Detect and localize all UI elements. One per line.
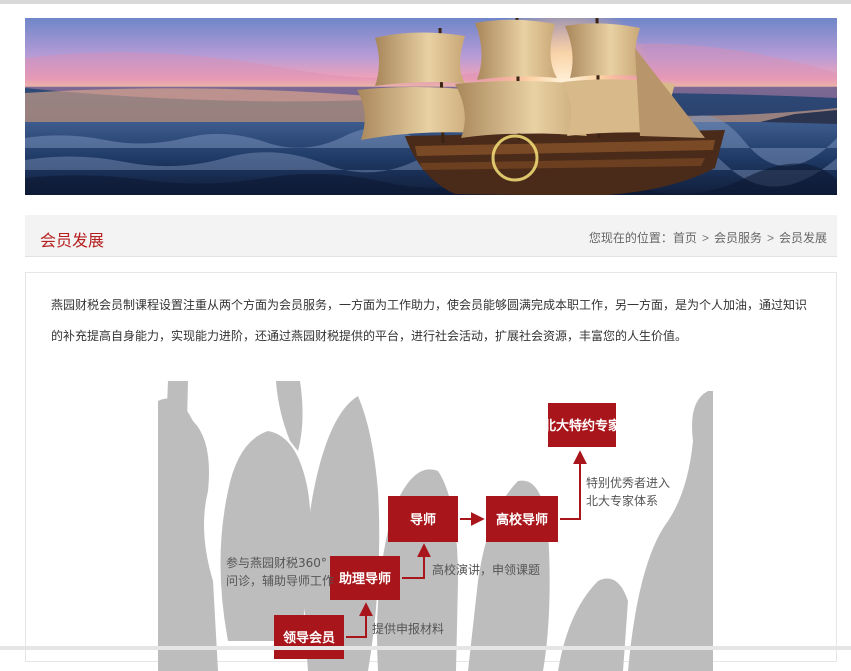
member-development-diagram: 北大特约专家 导师 高校导师 助理导师 领导会员 特别优秀者进入 北大专家体系 … [158, 381, 713, 671]
breadcrumb-separator: > [701, 231, 709, 245]
page-title-bar: 会员发展 您现在的位置：首页 > 会员服务 > 会员发展 [25, 215, 837, 257]
assistant-note-line2: 问诊，辅助导师工作 [226, 574, 334, 588]
lead-member-box-label: 领导会员 [283, 630, 335, 646]
bottom-border [0, 646, 851, 650]
breadcrumb-current-page[interactable]: 会员发展 [779, 231, 827, 245]
intro-paragraph: 燕园财税会员制课程设置注重从两个方面为会员服务，一方面为工作助力，使会员能够圆满… [51, 298, 808, 343]
breadcrumb-separator: > [766, 231, 774, 245]
expert-note-line2: 北大专家体系 [586, 493, 658, 508]
top-border [0, 0, 851, 4]
expert-note-line1: 特别优秀者进入 [586, 475, 670, 490]
header-banner [25, 18, 837, 195]
breadcrumb: 您现在的位置：首页 > 会员服务 > 会员发展 [589, 229, 827, 246]
university-tutor-box-label: 高校导师 [496, 512, 548, 528]
content-panel: 燕园财税会员制课程设置注重从两个方面为会员服务，一方面为工作助力，使会员能够圆满… [25, 272, 837, 671]
assistant-note-line1: 参与燕园财税360° [226, 555, 327, 570]
breadcrumb-prefix: 您现在的位置： [588, 231, 673, 245]
breadcrumb-home-link[interactable]: 首页 [673, 231, 697, 245]
assistant-tutor-box-label: 助理导师 [339, 571, 391, 587]
lead-arrow-note: 提供申报材料 [372, 621, 444, 636]
page-title: 会员发展 [40, 233, 105, 250]
banner-image [25, 18, 837, 195]
tutor-box-label: 导师 [410, 512, 436, 528]
tutor-arrow-note: 高校演讲，申领课题 [432, 562, 540, 577]
expert-box-label: 北大特约专家 [543, 418, 622, 434]
arrow-university-to-expert [560, 450, 587, 520]
diagram-graphic: 北大特约专家 导师 高校导师 助理导师 领导会员 特别优秀者进入 北大专家体系 … [158, 381, 713, 671]
breadcrumb-member-services-link[interactable]: 会员服务 [714, 231, 762, 245]
